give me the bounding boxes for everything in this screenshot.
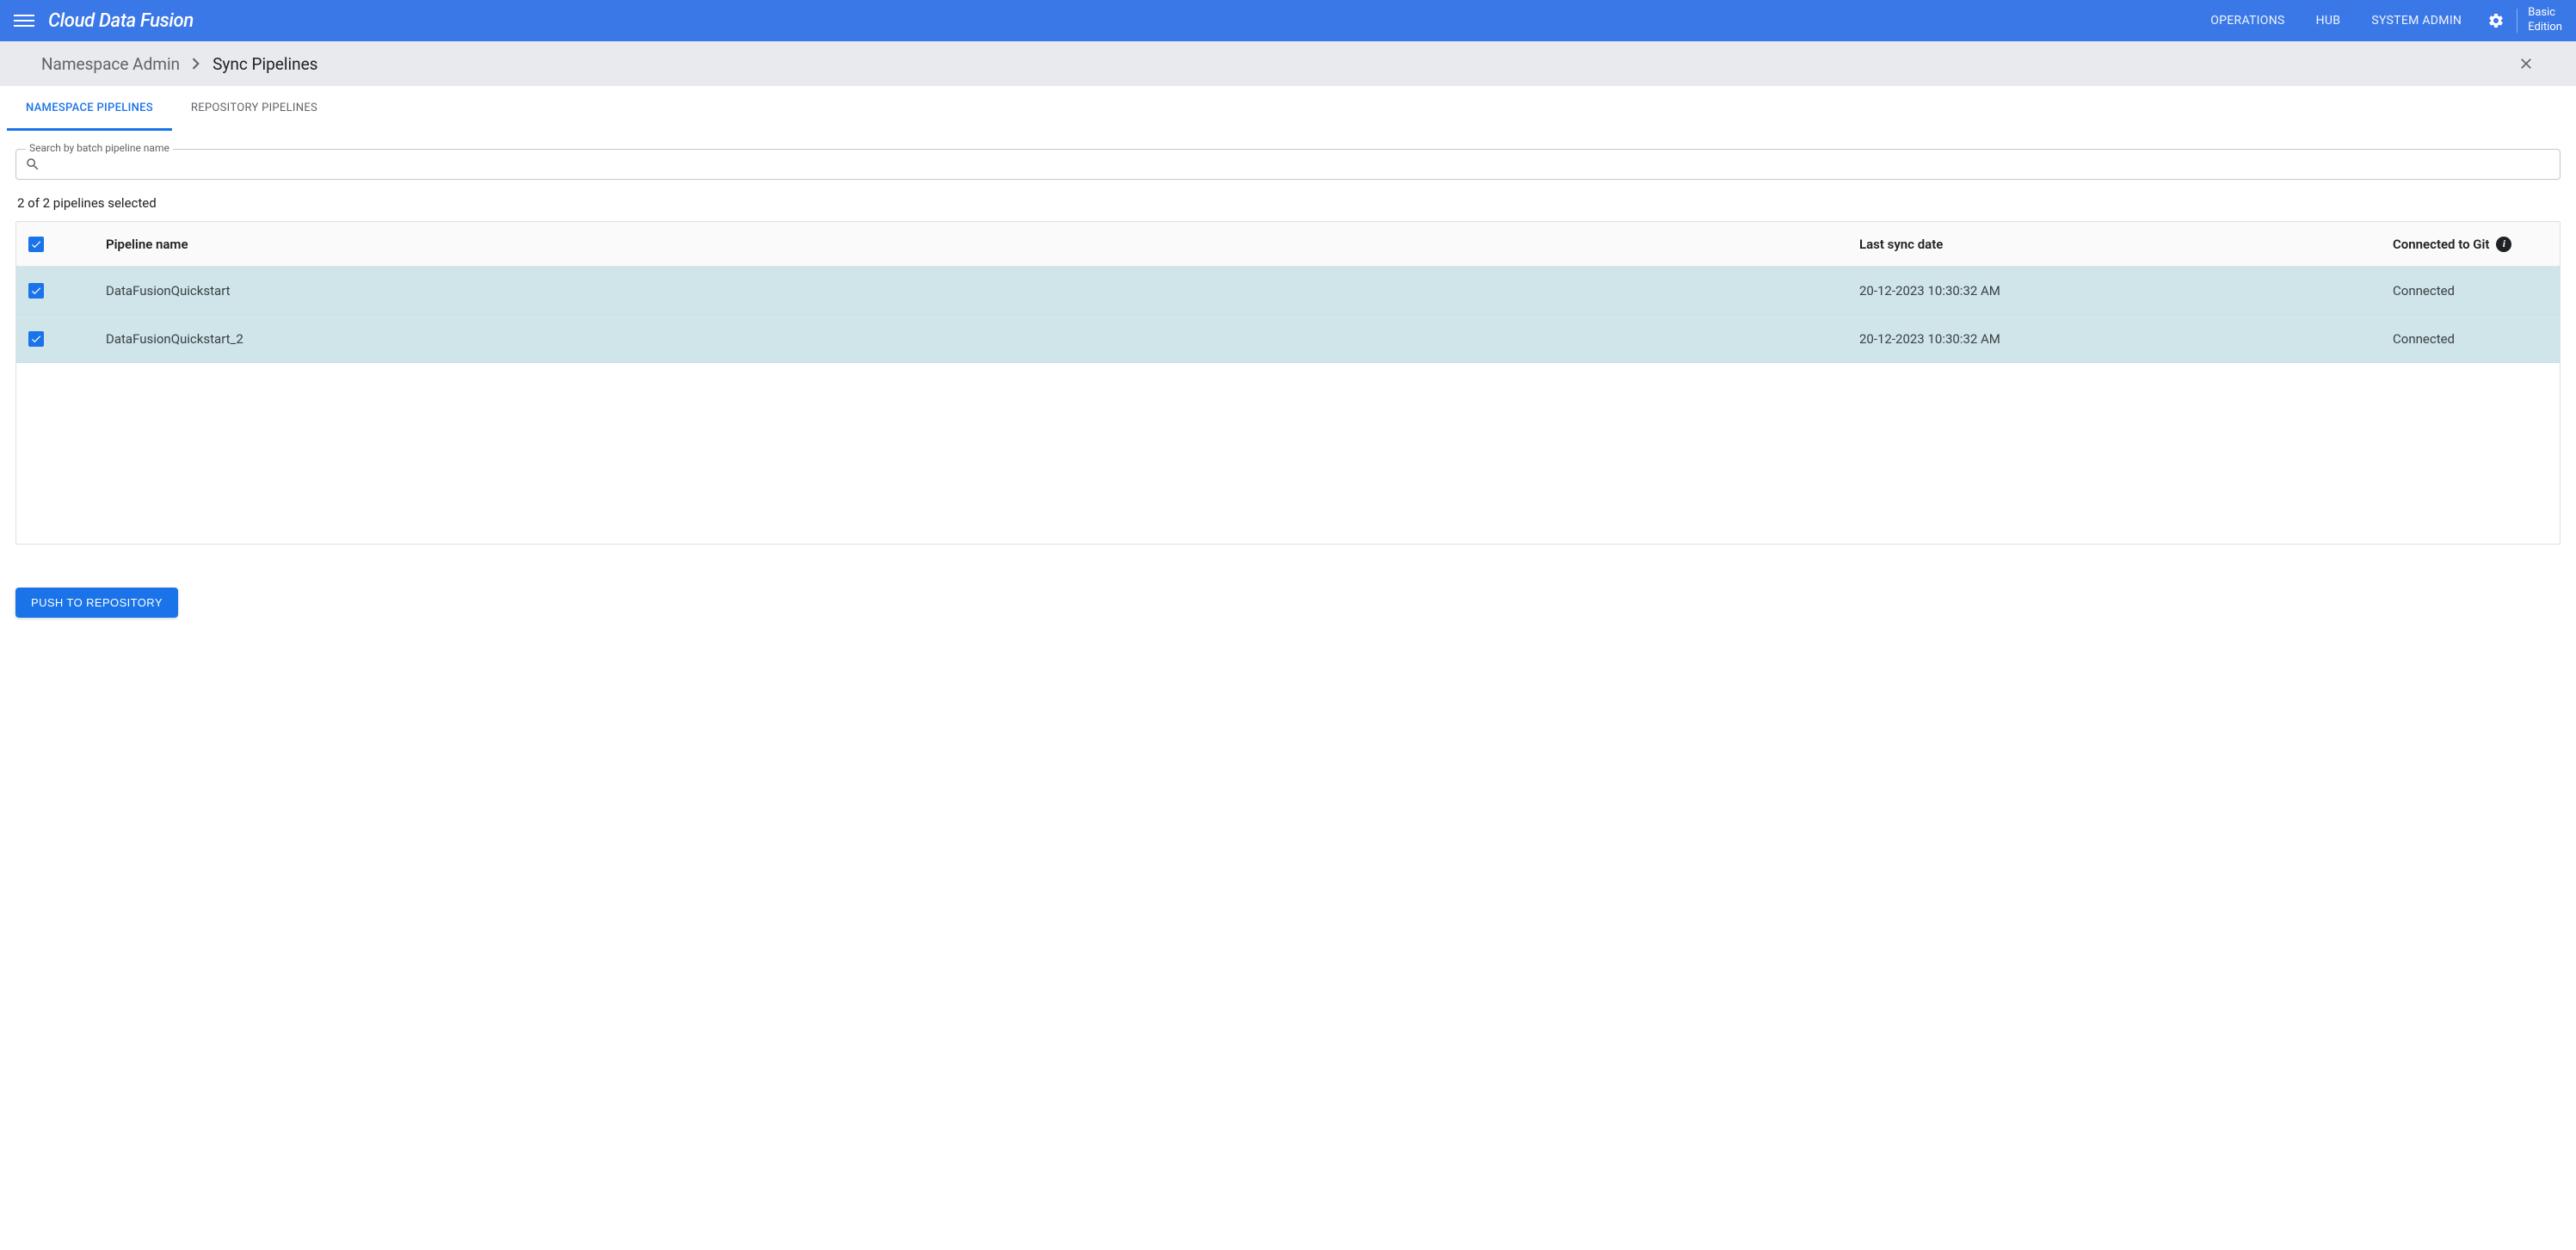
search-wrapper: Search by batch pipeline name [15,149,2561,180]
nav-system-admin[interactable]: SYSTEM ADMIN [2356,14,2477,28]
row-checkbox[interactable] [28,283,44,299]
header-last-sync: Last sync date [1859,237,2393,252]
pipeline-name-cell: DataFusionQuickstart_2 [106,331,1859,347]
nav-operations[interactable]: OPERATIONS [2195,14,2300,28]
selection-count: 2 of 2 pipelines selected [15,195,2561,211]
info-icon[interactable]: i [2496,237,2511,252]
pipeline-name-cell: DataFusionQuickstart [106,283,1859,299]
search-input[interactable] [40,157,2551,171]
pipelines-table: Pipeline name Last sync date Connected t… [15,221,2561,545]
chevron-right-icon [192,58,200,70]
header-pipeline-name: Pipeline name [106,237,1859,252]
sync-date-cell: 20-12-2023 10:30:32 AM [1859,331,2393,347]
settings-icon[interactable] [2487,12,2505,29]
row-checkbox[interactable] [28,331,44,347]
close-icon[interactable] [2517,55,2535,72]
git-status-cell: Connected [2393,331,2548,347]
tab-repository-pipelines[interactable]: REPOSITORY PIPELINES [172,86,336,131]
hamburger-menu-icon[interactable] [14,10,34,31]
tabs: NAMESPACE PIPELINES REPOSITORY PIPELINES [0,86,2576,132]
tab-namespace-pipelines[interactable]: NAMESPACE PIPELINES [7,86,172,131]
edition-label: Basic Edition [2523,6,2562,35]
breadcrumb-current: Sync Pipelines [213,54,317,74]
sync-date-cell: 20-12-2023 10:30:32 AM [1859,283,2393,299]
table-row[interactable]: DataFusionQuickstart_2 20-12-2023 10:30:… [16,315,2560,363]
table-row[interactable]: DataFusionQuickstart 20-12-2023 10:30:32… [16,267,2560,315]
search-icon [25,157,40,172]
select-all-checkbox[interactable] [28,237,44,252]
search-label: Search by batch pipeline name [26,142,173,154]
header-connected-git: Connected to Git [2393,237,2489,252]
git-status-cell: Connected [2393,283,2548,299]
breadcrumb-root[interactable]: Namespace Admin [41,54,180,74]
push-to-repository-button[interactable]: PUSH TO REPOSITORY [15,588,178,618]
search-box[interactable] [15,149,2561,180]
app-header: Cloud Data Fusion OPERATIONS HUB SYSTEM … [0,0,2576,41]
table-header: Pipeline name Last sync date Connected t… [16,222,2560,267]
product-name: Cloud Data Fusion [48,10,194,32]
nav-hub[interactable]: HUB [2301,14,2357,28]
breadcrumb-bar: Namespace Admin Sync Pipelines [0,41,2576,86]
